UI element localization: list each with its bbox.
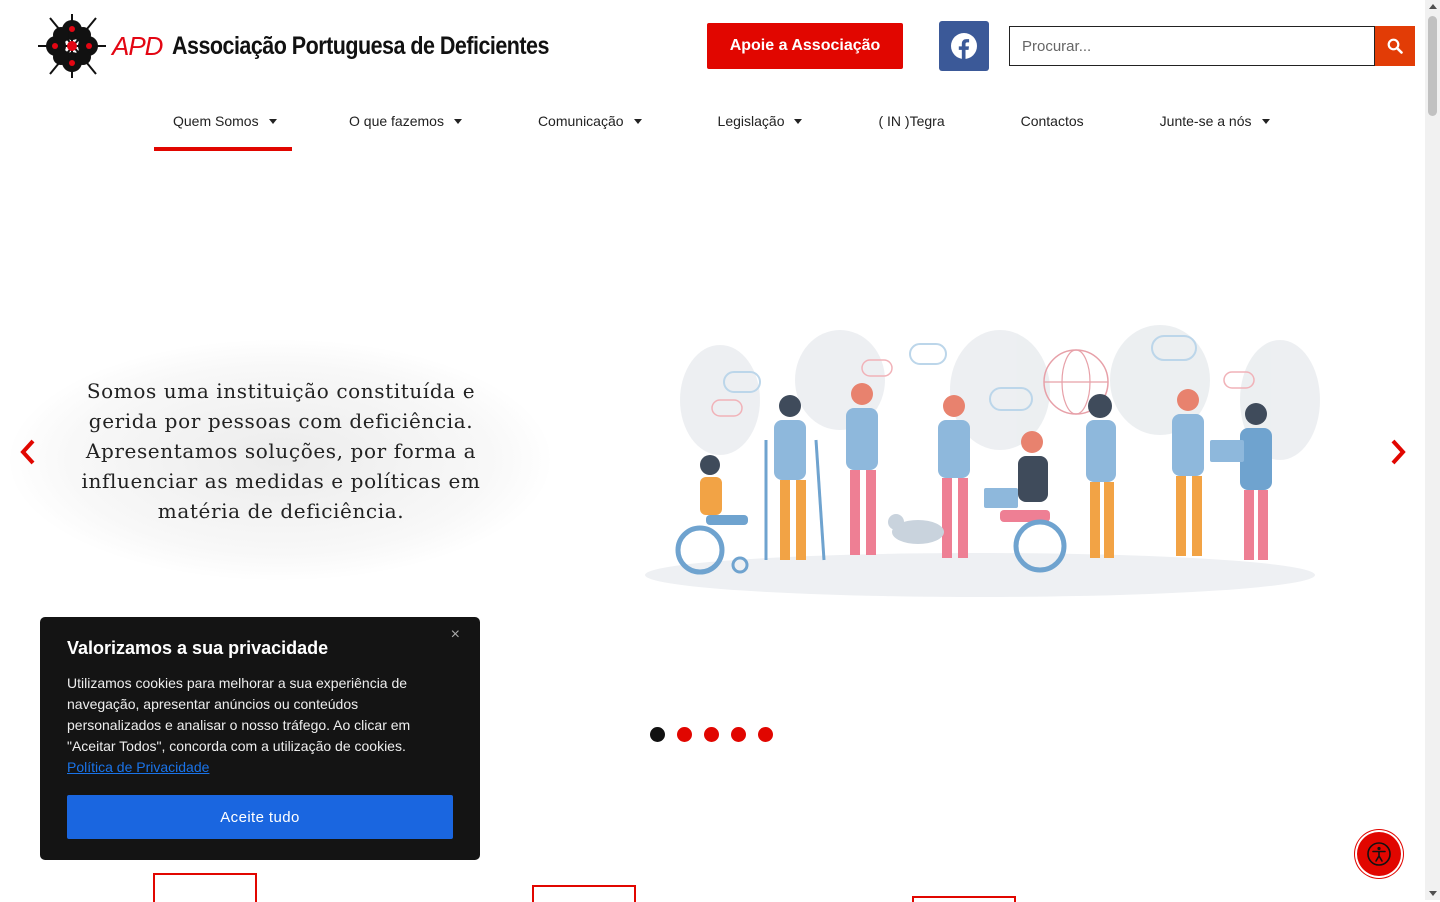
chevron-left-icon	[20, 439, 35, 465]
accept-all-button[interactable]: Aceite tudo	[67, 795, 453, 839]
slider-dot[interactable]	[731, 727, 746, 742]
nav-item-legislacao[interactable]: Legislação	[699, 104, 822, 138]
nav-item-quem-somos[interactable]: Quem Somos	[154, 104, 292, 151]
scrollbar-thumb[interactable]	[1428, 16, 1437, 116]
search-icon	[1387, 38, 1403, 54]
page-scrollbar[interactable]	[1425, 0, 1440, 900]
logo-name: Associação Portuguesa de Deficientes	[172, 31, 550, 60]
slider-dot[interactable]	[704, 727, 719, 742]
feature-card[interactable]	[912, 896, 1016, 902]
facebook-link[interactable]	[939, 21, 989, 71]
cookie-text: Utilizamos cookies para melhorar a sua e…	[67, 673, 447, 778]
slider-dot[interactable]	[758, 727, 773, 742]
nav-item-label: Junte-se a nós	[1159, 113, 1252, 129]
close-icon[interactable]: ×	[451, 626, 460, 644]
nav-item-label: Legislação	[717, 113, 785, 129]
slider-dot[interactable]	[677, 727, 692, 742]
hero-text: Somos uma instituição constituída e geri…	[81, 379, 481, 523]
search-form	[1009, 26, 1415, 66]
nav-item-label: ( IN )Tegra	[878, 113, 945, 129]
apd-logo-emblem-icon	[38, 14, 106, 78]
slider-dot[interactable]	[650, 727, 665, 742]
cookie-body: Utilizamos cookies para melhorar a sua e…	[67, 675, 411, 754]
nav-item-integra[interactable]: ( IN )Tegra	[859, 104, 963, 138]
main-nav: Quem Somos O que fazemos Comunicação Leg…	[154, 104, 1289, 152]
nav-item-label: Contactos	[1020, 113, 1084, 129]
slider-pagination	[650, 727, 773, 742]
chevron-down-icon	[268, 118, 277, 124]
nav-item-junte-se[interactable]: Junte-se a nós	[1141, 104, 1289, 138]
chevron-down-icon	[633, 118, 642, 124]
nav-item-comunicacao[interactable]: Comunicação	[519, 104, 661, 138]
site-logo[interactable]: APD Associação Portuguesa de Deficientes	[36, 12, 550, 80]
feature-card[interactable]	[532, 885, 636, 902]
chevron-right-icon	[1391, 439, 1406, 465]
privacy-policy-link[interactable]: Política de Privacidade	[67, 759, 209, 775]
slider-next-button[interactable]	[1383, 436, 1413, 468]
nav-item-o-que-fazemos[interactable]: O que fazemos	[330, 104, 481, 138]
people-illustration-image	[645, 325, 1320, 597]
feature-card[interactable]	[153, 873, 257, 902]
nav-item-label: Quem Somos	[173, 113, 259, 129]
search-button[interactable]	[1375, 26, 1415, 66]
scroll-up-icon[interactable]	[1429, 4, 1437, 9]
accessibility-icon	[1367, 842, 1391, 866]
cookie-title: Valorizamos a sua privacidade	[67, 638, 329, 658]
chevron-down-icon	[453, 118, 462, 124]
chevron-down-icon	[794, 118, 803, 124]
logo-acronym: APD	[112, 30, 163, 61]
chevron-down-icon	[1261, 118, 1270, 124]
slider-prev-button[interactable]	[13, 436, 43, 468]
nav-item-contactos[interactable]: Contactos	[1002, 104, 1103, 138]
scroll-down-icon[interactable]	[1429, 891, 1437, 896]
accessibility-button[interactable]	[1357, 832, 1401, 876]
search-input[interactable]	[1009, 26, 1375, 66]
nav-item-label: Comunicação	[537, 113, 624, 129]
facebook-icon	[951, 33, 977, 59]
donate-button[interactable]: Apoie a Associação	[707, 23, 903, 69]
cookie-consent-dialog: Valorizamos a sua privacidade × Utilizam…	[40, 617, 480, 860]
nav-item-label: O que fazemos	[349, 113, 444, 129]
